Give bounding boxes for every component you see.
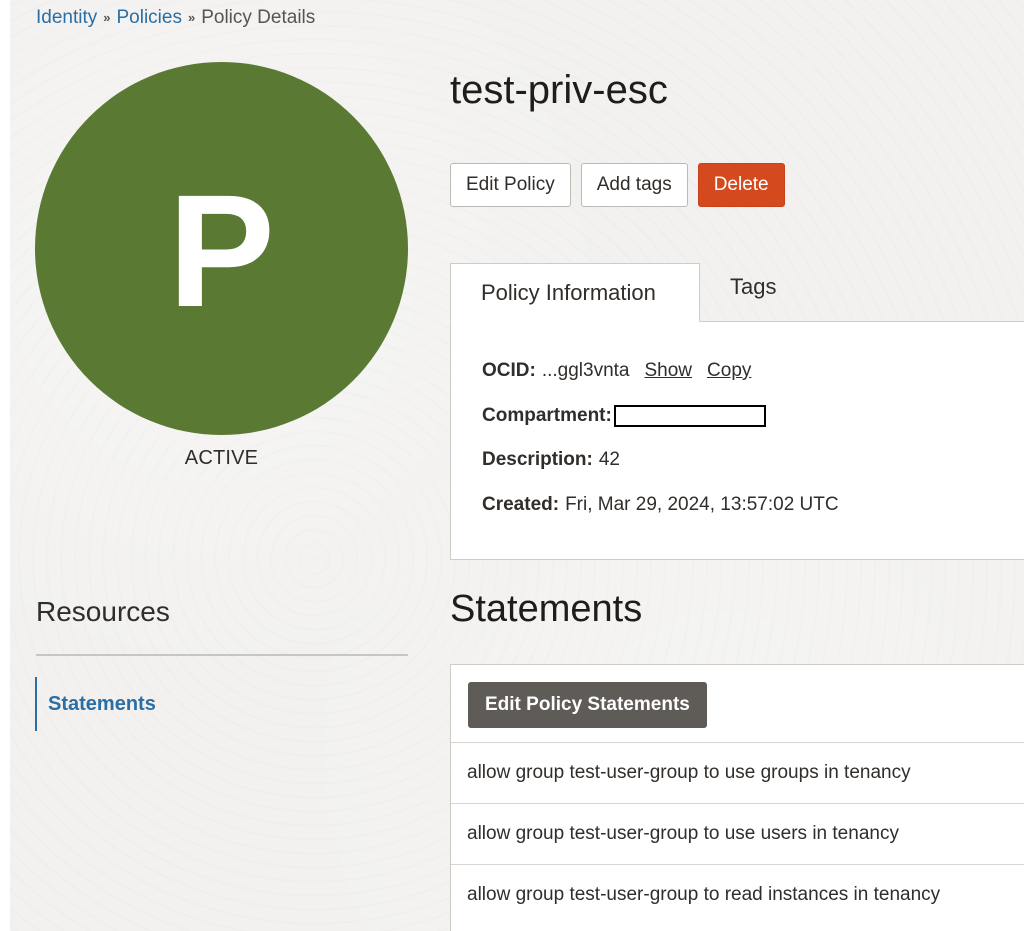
statement-row: allow group test-user-group to use group…: [451, 742, 1024, 802]
tab-policy-information[interactable]: Policy Information: [450, 263, 700, 322]
breadcrumb-separator: »: [103, 10, 111, 25]
resources-heading: Resources: [36, 596, 170, 627]
statement-row: allow group test-user-group to use users…: [451, 803, 1024, 863]
action-buttons: Edit Policy Add tags Delete: [450, 163, 785, 207]
statement-row: allow group test-user-group to read inst…: [451, 864, 1024, 924]
description-label: Description:: [482, 449, 593, 470]
breadcrumb-link-policies[interactable]: Policies: [117, 6, 182, 30]
delete-button[interactable]: Delete: [697, 163, 785, 207]
avatar-letter: P: [168, 160, 275, 340]
ocid-show-link[interactable]: Show: [645, 360, 693, 382]
created-value: Fri, Mar 29, 2024, 13:57:02 UTC: [565, 494, 839, 515]
policy-details-page: Identity » Policies » Policy Details P A…: [10, 0, 1024, 931]
ocid-value: ...ggl3vnta: [541, 360, 630, 381]
edit-policy-statements-button[interactable]: Edit Policy Statements: [468, 682, 707, 728]
compartment-label: Compartment:: [482, 405, 612, 426]
ocid-row: OCID: ...ggl3vnta Show Copy: [482, 360, 751, 382]
statements-panel: Edit Policy Statements allow group test-…: [450, 664, 1024, 931]
policy-avatar: P: [35, 62, 408, 435]
breadcrumb-separator: »: [187, 10, 196, 25]
description-row: Description: 42: [482, 449, 620, 471]
breadcrumb: Identity » Policies » Policy Details: [36, 6, 315, 30]
detail-tabs: Policy Information Tags: [450, 263, 806, 322]
tab-tags[interactable]: Tags: [700, 257, 806, 316]
description-value: 42: [598, 449, 620, 470]
edit-policy-button[interactable]: Edit Policy: [450, 163, 571, 207]
resources-divider: [36, 654, 408, 656]
compartment-value-redacted: [613, 405, 766, 427]
add-tags-button[interactable]: Add tags: [580, 163, 688, 207]
ocid-label: OCID:: [482, 360, 536, 381]
page-title: test-priv-esc: [450, 68, 668, 112]
compartment-row: Compartment:: [482, 405, 766, 427]
statements-heading: Statements: [450, 588, 643, 630]
resources-item-statements[interactable]: Statements: [35, 677, 156, 731]
breadcrumb-link-identity[interactable]: Identity: [36, 6, 97, 30]
ocid-copy-link[interactable]: Copy: [707, 360, 751, 382]
policy-information-panel: OCID: ...ggl3vnta Show Copy Compartment:…: [450, 321, 1024, 560]
status-label: ACTIVE: [184, 447, 259, 469]
created-label: Created:: [482, 494, 560, 515]
breadcrumb-current: Policy Details: [201, 7, 316, 28]
created-row: Created: Fri, Mar 29, 2024, 13:57:02 UTC: [482, 494, 839, 516]
